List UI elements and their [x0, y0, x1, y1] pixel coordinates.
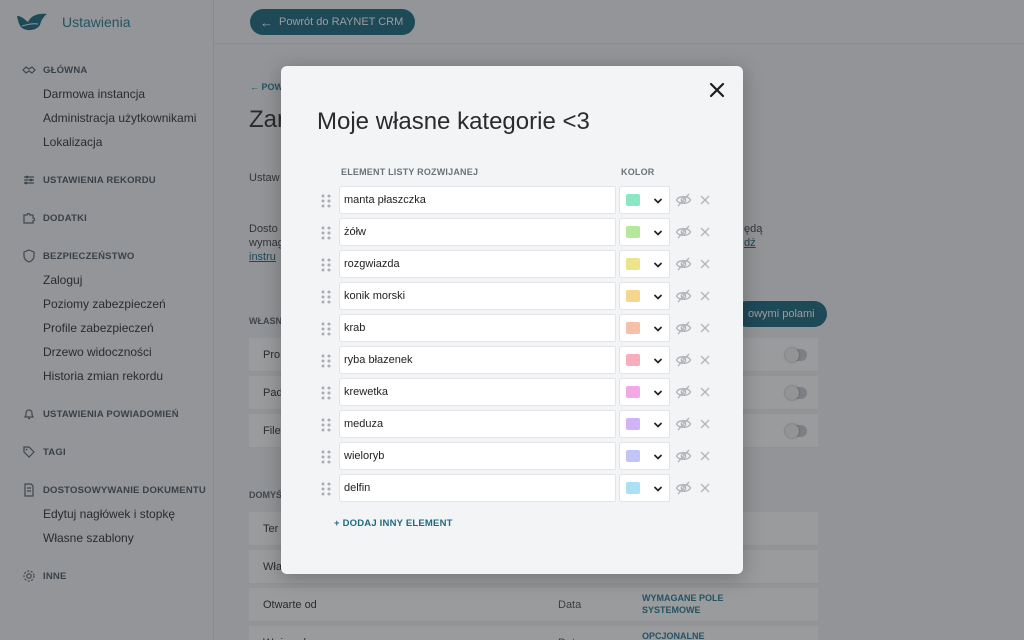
- close-icon: [709, 82, 725, 98]
- chevron-down-icon: [653, 198, 663, 204]
- modal-title: Moje własne kategorie <3: [317, 108, 590, 135]
- eye-off-icon[interactable]: [675, 352, 692, 368]
- drag-handle-icon[interactable]: [319, 417, 333, 433]
- drag-handle-icon[interactable]: [319, 481, 333, 497]
- list-item: [319, 378, 719, 410]
- chevron-down-icon: [653, 422, 663, 428]
- list-item: [319, 410, 719, 442]
- color-select[interactable]: [619, 346, 670, 374]
- list-item: [319, 442, 719, 474]
- delete-icon[interactable]: [699, 354, 711, 366]
- delete-icon[interactable]: [699, 386, 711, 398]
- color-swatch: [626, 450, 640, 462]
- eye-off-icon[interactable]: [675, 224, 692, 240]
- drag-handle-icon[interactable]: [319, 225, 333, 241]
- item-value-input[interactable]: [339, 218, 616, 246]
- list-item: [319, 250, 719, 282]
- color-swatch: [626, 354, 640, 366]
- item-value-input[interactable]: [339, 474, 616, 502]
- item-value-input[interactable]: [339, 186, 616, 214]
- chevron-down-icon: [653, 326, 663, 332]
- delete-icon[interactable]: [699, 482, 711, 494]
- delete-icon[interactable]: [699, 226, 711, 238]
- add-item-button[interactable]: + DODAJ INNY ELEMENT: [334, 518, 453, 529]
- drag-handle-icon[interactable]: [319, 385, 333, 401]
- color-swatch: [626, 482, 640, 494]
- drag-handle-icon[interactable]: [319, 353, 333, 369]
- color-swatch: [626, 194, 640, 206]
- drag-handle-icon[interactable]: [319, 257, 333, 273]
- chevron-down-icon: [653, 358, 663, 364]
- chevron-down-icon: [653, 486, 663, 492]
- color-select[interactable]: [619, 314, 670, 342]
- drag-handle-icon[interactable]: [319, 193, 333, 209]
- color-select[interactable]: [619, 218, 670, 246]
- delete-icon[interactable]: [699, 258, 711, 270]
- color-swatch: [626, 258, 640, 270]
- list-item: [319, 474, 719, 506]
- item-value-input[interactable]: [339, 346, 616, 374]
- list-item: [319, 282, 719, 314]
- delete-icon[interactable]: [699, 322, 711, 334]
- categories-modal: Moje własne kategorie <3 ELEMENT LISTY R…: [281, 66, 743, 574]
- color-swatch: [626, 418, 640, 430]
- item-value-input[interactable]: [339, 410, 616, 438]
- items-list: [319, 186, 719, 506]
- list-item: [319, 186, 719, 218]
- chevron-down-icon: [653, 230, 663, 236]
- close-button[interactable]: [705, 78, 729, 102]
- chevron-down-icon: [653, 390, 663, 396]
- eye-off-icon[interactable]: [675, 320, 692, 336]
- eye-off-icon[interactable]: [675, 288, 692, 304]
- eye-off-icon[interactable]: [675, 416, 692, 432]
- column-header-element: ELEMENT LISTY ROZWIJANEJ: [341, 167, 479, 177]
- eye-off-icon[interactable]: [675, 448, 692, 464]
- color-select[interactable]: [619, 282, 670, 310]
- color-select[interactable]: [619, 378, 670, 406]
- eye-off-icon[interactable]: [675, 384, 692, 400]
- color-select[interactable]: [619, 442, 670, 470]
- color-select[interactable]: [619, 250, 670, 278]
- color-select[interactable]: [619, 474, 670, 502]
- list-item: [319, 218, 719, 250]
- color-select[interactable]: [619, 410, 670, 438]
- eye-off-icon[interactable]: [675, 256, 692, 272]
- chevron-down-icon: [653, 262, 663, 268]
- item-value-input[interactable]: [339, 282, 616, 310]
- item-value-input[interactable]: [339, 378, 616, 406]
- drag-handle-icon[interactable]: [319, 321, 333, 337]
- drag-handle-icon[interactable]: [319, 289, 333, 305]
- color-select[interactable]: [619, 186, 670, 214]
- delete-icon[interactable]: [699, 194, 711, 206]
- chevron-down-icon: [653, 454, 663, 460]
- drag-handle-icon[interactable]: [319, 449, 333, 465]
- item-value-input[interactable]: [339, 314, 616, 342]
- color-swatch: [626, 386, 640, 398]
- delete-icon[interactable]: [699, 450, 711, 462]
- delete-icon[interactable]: [699, 290, 711, 302]
- list-item: [319, 346, 719, 378]
- item-value-input[interactable]: [339, 250, 616, 278]
- list-item: [319, 314, 719, 346]
- eye-off-icon[interactable]: [675, 480, 692, 496]
- delete-icon[interactable]: [699, 418, 711, 430]
- color-swatch: [626, 226, 640, 238]
- color-swatch: [626, 322, 640, 334]
- chevron-down-icon: [653, 294, 663, 300]
- eye-off-icon[interactable]: [675, 192, 692, 208]
- color-swatch: [626, 290, 640, 302]
- item-value-input[interactable]: [339, 442, 616, 470]
- column-header-color: KOLOR: [621, 167, 655, 177]
